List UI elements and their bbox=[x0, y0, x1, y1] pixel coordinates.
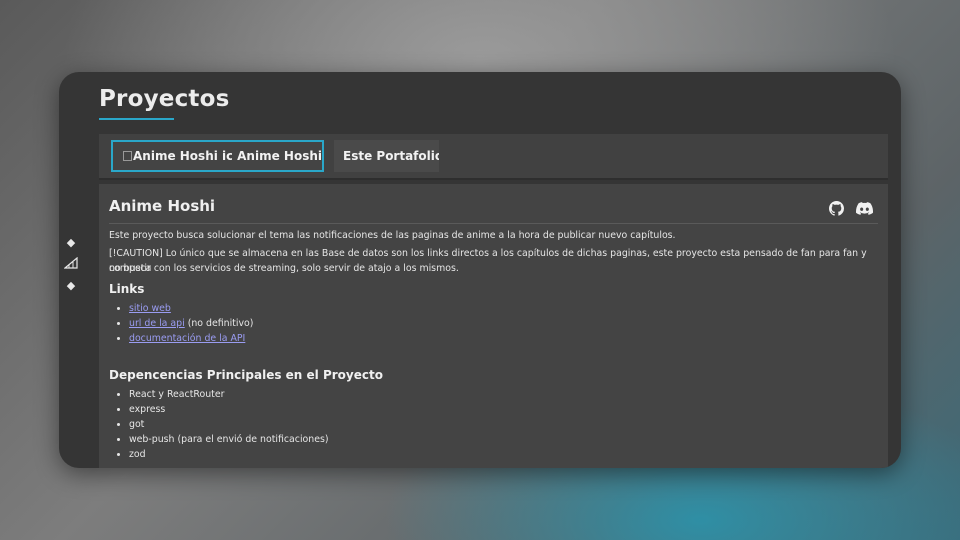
project-title: Anime Hoshi bbox=[109, 197, 216, 215]
title-underline bbox=[99, 118, 174, 120]
dot-icon[interactable]: ◆ bbox=[64, 280, 78, 291]
divider bbox=[109, 223, 878, 224]
links-list: sitio web url de la api (no definitivo) … bbox=[109, 301, 253, 346]
link-sitio-web[interactable]: sitio web bbox=[129, 303, 171, 314]
github-icon[interactable] bbox=[829, 201, 844, 216]
tab-label: Este Portafolio bbox=[343, 149, 439, 163]
dependencies-list: React y ReactRouter express got web-push… bbox=[109, 387, 329, 462]
page-title: Proyectos bbox=[99, 86, 230, 112]
dot-icon[interactable]: ◆ bbox=[64, 237, 78, 248]
list-item: url de la api (no definitivo) bbox=[129, 316, 253, 331]
discord-icon[interactable] bbox=[856, 202, 873, 215]
project-panel: Anime Hoshi Este proyecto busca solucion… bbox=[99, 184, 888, 468]
list-item: documentación de la API bbox=[129, 331, 253, 346]
app-window: ◆ ◆ Proyectos Anime Hoshi icon Anime Hos… bbox=[59, 72, 901, 468]
dependencies-heading: Depencencias Principales en el Proyecto bbox=[109, 368, 383, 382]
caution-line-2: competir con los servicios de streaming,… bbox=[109, 263, 459, 274]
link-note: (no definitivo) bbox=[184, 318, 254, 329]
list-item: zod bbox=[129, 447, 329, 462]
list-item: React y ReactRouter bbox=[129, 387, 329, 402]
signal-icon[interactable] bbox=[63, 256, 78, 271]
tab-anime-hoshi[interactable]: Anime Hoshi icon Anime Hoshi bbox=[111, 140, 324, 172]
list-item: express bbox=[129, 402, 329, 417]
project-description: Este proyecto busca solucionar el tema l… bbox=[109, 230, 676, 241]
tab-este-portafolio[interactable]: Este Portafolio bbox=[334, 140, 439, 172]
link-api-url[interactable]: url de la api bbox=[129, 318, 185, 329]
list-item: sitio web bbox=[129, 301, 253, 316]
anime-hoshi-broken-image: Anime Hoshi icon bbox=[123, 149, 232, 163]
project-tabs: Anime Hoshi icon Anime Hoshi Este Portaf… bbox=[99, 134, 888, 180]
list-item: web-push (para el envió de notificacione… bbox=[129, 432, 329, 447]
link-api-docs[interactable]: documentación de la API bbox=[129, 333, 245, 344]
list-item: got bbox=[129, 417, 329, 432]
links-heading: Links bbox=[109, 282, 145, 296]
tab-label: Anime Hoshi bbox=[237, 149, 322, 163]
